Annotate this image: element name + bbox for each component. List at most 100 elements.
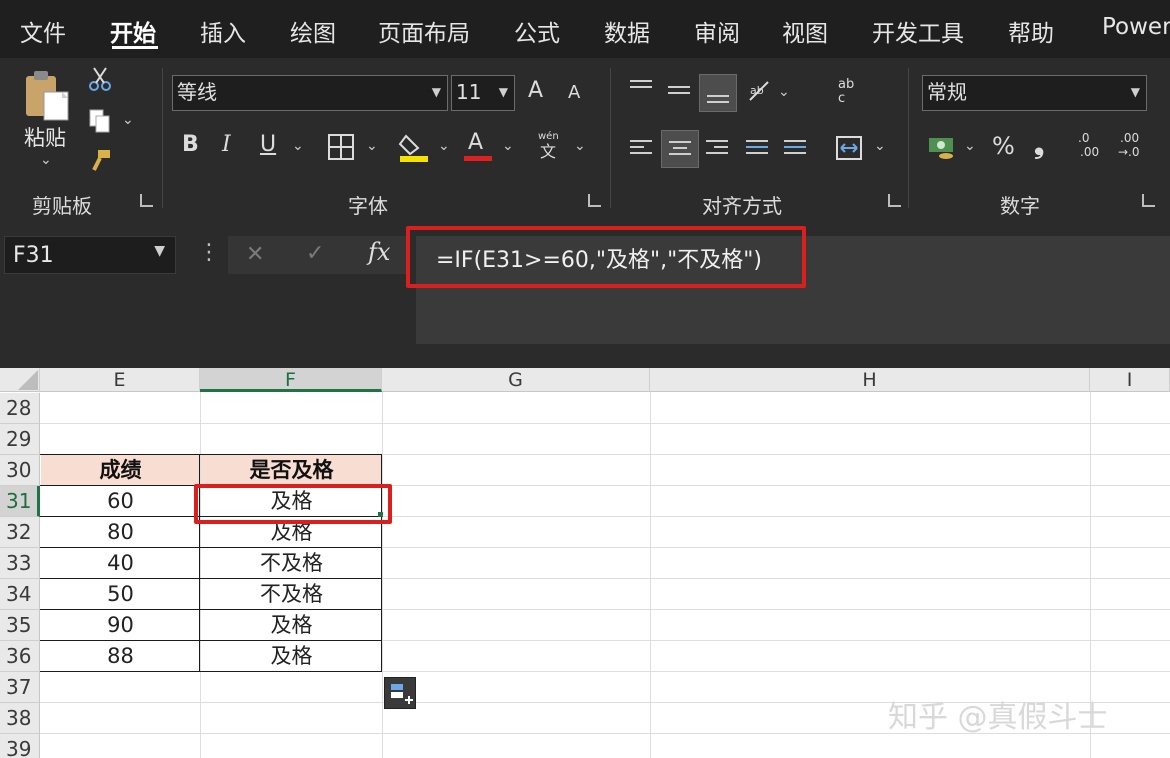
align-center-button[interactable] bbox=[661, 130, 699, 168]
bold-icon[interactable]: B bbox=[182, 134, 199, 156]
phonetic-chevron-icon[interactable]: ⌄ bbox=[574, 138, 586, 154]
font-name-select[interactable]: 等线 ▼ bbox=[172, 75, 448, 111]
select-all-corner[interactable] bbox=[0, 368, 40, 392]
row-header-38[interactable]: 38 bbox=[0, 703, 40, 734]
decrease-decimal-icon[interactable]: .00 →.0 bbox=[1116, 130, 1156, 164]
tab-developer[interactable]: 开发工具 bbox=[872, 14, 964, 48]
align-right-icon[interactable] bbox=[706, 140, 728, 158]
row-header-36[interactable]: 36 bbox=[0, 641, 40, 672]
cell-f36[interactable]: 及格 bbox=[201, 641, 382, 672]
cell-e35[interactable]: 90 bbox=[41, 610, 200, 641]
top-align-icon[interactable] bbox=[630, 80, 652, 98]
cell-e36[interactable]: 88 bbox=[41, 641, 200, 672]
ribbon-tab-bar: 文件 开始 插入 绘图 页面布局 公式 数据 审阅 视图 开发工具 帮助 Pow… bbox=[0, 0, 1170, 58]
formula-bar-grip-icon[interactable]: ⋮ bbox=[198, 240, 220, 265]
row-header-28[interactable]: 28 bbox=[0, 393, 40, 424]
quick-analysis-button[interactable] bbox=[384, 677, 416, 709]
borders-icon[interactable] bbox=[328, 134, 354, 160]
tab-home[interactable]: 开始 bbox=[110, 14, 156, 48]
paste-dropdown-chevron-icon[interactable]: ⌄ bbox=[40, 152, 52, 168]
wrap-text-icon[interactable]: ab c bbox=[836, 78, 862, 108]
decrease-font-size-icon[interactable]: A bbox=[568, 84, 580, 102]
merge-chevron-icon[interactable]: ⌄ bbox=[874, 138, 886, 154]
font-size-select[interactable]: 11 ▼ bbox=[451, 75, 515, 111]
column-header-h[interactable]: H bbox=[650, 368, 1090, 392]
font-color-icon[interactable]: A bbox=[464, 132, 494, 162]
column-header-e[interactable]: E bbox=[40, 368, 200, 392]
tab-page-layout[interactable]: 页面布局 bbox=[378, 14, 470, 48]
cell-e32[interactable]: 80 bbox=[41, 517, 200, 548]
format-painter-icon[interactable] bbox=[88, 148, 112, 174]
font-dialog-launcher-icon[interactable] bbox=[588, 194, 601, 207]
row-header-29[interactable]: 29 bbox=[0, 424, 40, 455]
borders-chevron-icon[interactable]: ⌄ bbox=[366, 138, 378, 154]
underline-icon[interactable]: U bbox=[260, 134, 276, 156]
cancel-icon[interactable]: ✕ bbox=[246, 242, 264, 267]
cell-f35[interactable]: 及格 bbox=[201, 610, 382, 641]
tab-power[interactable]: Power bbox=[1102, 14, 1170, 40]
fill-color-icon[interactable] bbox=[398, 132, 430, 162]
row-header-35[interactable]: 35 bbox=[0, 610, 40, 641]
tab-file[interactable]: 文件 bbox=[20, 14, 66, 48]
cell-e33[interactable]: 40 bbox=[41, 548, 200, 579]
cell-e31[interactable]: 60 bbox=[41, 486, 200, 517]
orientation-chevron-icon[interactable]: ⌄ bbox=[778, 84, 790, 100]
row-header-37[interactable]: 37 bbox=[0, 672, 40, 703]
italic-icon[interactable]: I bbox=[222, 134, 231, 156]
comma-style-icon[interactable]: ❟ bbox=[1034, 132, 1044, 158]
alignment-dialog-launcher-icon[interactable] bbox=[888, 194, 901, 207]
tab-data[interactable]: 数据 bbox=[604, 14, 650, 48]
tab-view[interactable]: 视图 bbox=[782, 14, 828, 48]
copy-icon[interactable] bbox=[88, 108, 112, 134]
cell-e34[interactable]: 50 bbox=[41, 579, 200, 610]
cell-f33[interactable]: 不及格 bbox=[201, 548, 382, 579]
fill-color-chevron-icon[interactable]: ⌄ bbox=[438, 138, 450, 154]
cell-e30-score-header[interactable]: 成绩 bbox=[41, 455, 200, 486]
underline-chevron-icon[interactable]: ⌄ bbox=[292, 138, 304, 154]
row-header-30[interactable]: 30 bbox=[0, 455, 40, 486]
paste-icon[interactable] bbox=[22, 68, 72, 124]
phonetic-guide-icon[interactable]: wén 文 bbox=[534, 132, 568, 162]
align-left-icon[interactable] bbox=[630, 140, 652, 158]
column-header-g[interactable]: G bbox=[382, 368, 650, 392]
font-color-chevron-icon[interactable]: ⌄ bbox=[502, 138, 514, 154]
row-header-34[interactable]: 34 bbox=[0, 579, 40, 610]
row-header-33[interactable]: 33 bbox=[0, 548, 40, 579]
tab-insert[interactable]: 插入 bbox=[200, 14, 246, 48]
orientation-icon[interactable]: ab bbox=[746, 78, 772, 104]
accounting-chevron-icon[interactable]: ⌄ bbox=[964, 138, 976, 154]
number-format-select[interactable]: 常规 ▼ bbox=[922, 75, 1147, 111]
middle-align-icon[interactable] bbox=[668, 86, 690, 98]
increase-indent-icon[interactable] bbox=[784, 140, 806, 158]
name-box[interactable]: F31 ▼ bbox=[4, 236, 176, 274]
column-header-i[interactable]: I bbox=[1090, 368, 1170, 392]
copy-dropdown-chevron-icon[interactable]: ⌄ bbox=[122, 112, 134, 128]
percent-style-icon[interactable]: % bbox=[992, 134, 1015, 158]
row-header-32[interactable]: 32 bbox=[0, 517, 40, 548]
column-header-f[interactable]: F bbox=[200, 368, 382, 392]
tab-draw[interactable]: 绘图 bbox=[290, 14, 336, 48]
table-border bbox=[40, 454, 382, 455]
tab-formulas[interactable]: 公式 bbox=[514, 14, 560, 48]
paste-label[interactable]: 粘贴 bbox=[24, 122, 66, 152]
tab-review[interactable]: 审阅 bbox=[694, 14, 740, 48]
number-dialog-launcher-icon[interactable] bbox=[1142, 194, 1155, 207]
bottom-align-button[interactable] bbox=[699, 74, 737, 112]
cell-f30-pass-header[interactable]: 是否及格 bbox=[201, 455, 382, 486]
name-box-chevron-icon[interactable]: ▼ bbox=[154, 243, 165, 259]
tab-help[interactable]: 帮助 bbox=[1008, 14, 1054, 48]
group-divider bbox=[908, 68, 909, 208]
cell-f34[interactable]: 不及格 bbox=[201, 579, 382, 610]
decrease-indent-icon[interactable] bbox=[746, 140, 768, 158]
row-header-31[interactable]: 31 bbox=[0, 486, 40, 517]
row-header-39[interactable]: 39 bbox=[0, 734, 40, 758]
increase-decimal-icon[interactable]: .0 .00 bbox=[1074, 130, 1108, 164]
increase-font-size-icon[interactable]: A bbox=[528, 80, 543, 102]
grid-line bbox=[40, 423, 1170, 424]
insert-function-icon[interactable]: fx bbox=[368, 238, 390, 266]
confirm-icon[interactable]: ✓ bbox=[306, 241, 324, 266]
clipboard-dialog-launcher-icon[interactable] bbox=[140, 194, 153, 207]
merge-center-icon[interactable] bbox=[836, 136, 862, 160]
accounting-format-icon[interactable] bbox=[928, 134, 956, 160]
cut-icon[interactable] bbox=[88, 66, 112, 92]
